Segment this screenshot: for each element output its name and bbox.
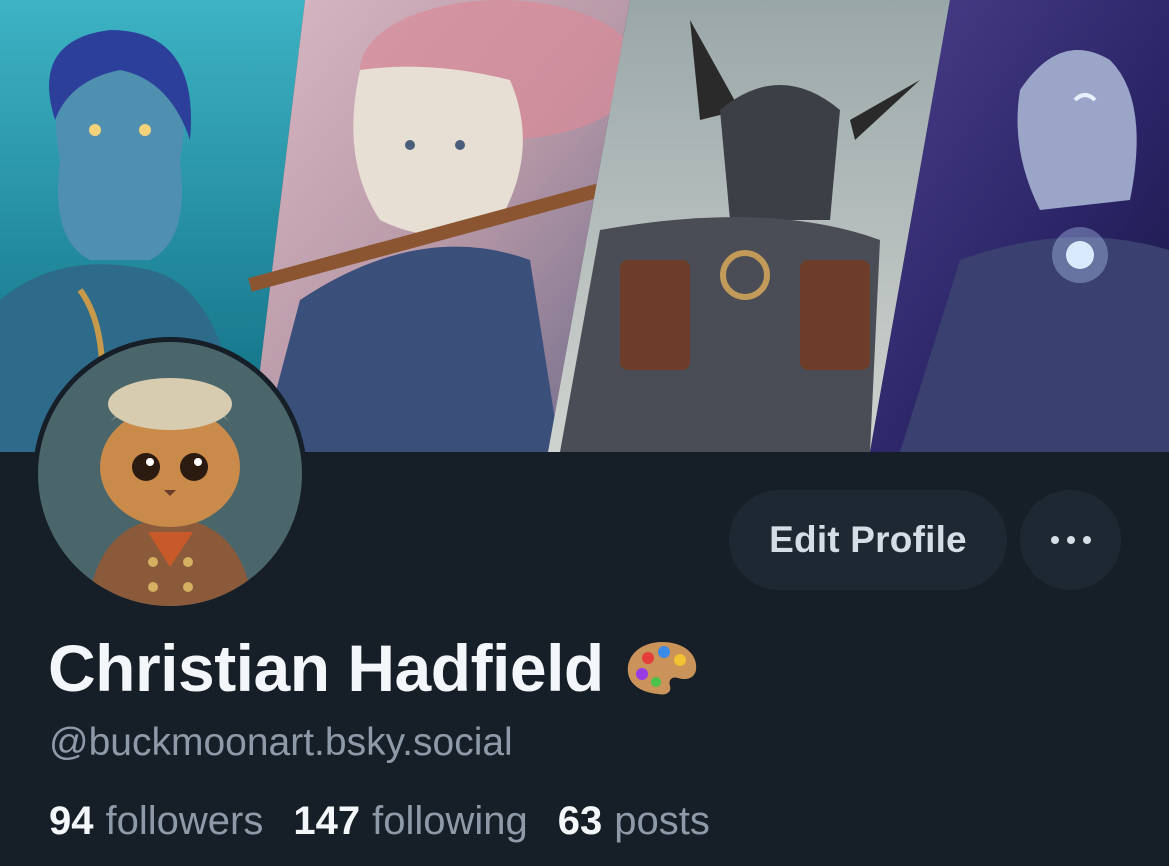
stat-value: 63 xyxy=(557,799,603,843)
palette-icon xyxy=(627,642,696,695)
stat-value: 94 xyxy=(49,799,94,843)
stat-label: followers xyxy=(105,799,264,843)
more-dot xyxy=(1082,536,1091,544)
followers-stat[interactable]: 94 followers xyxy=(49,795,263,847)
display-name: Christian Hadfield xyxy=(48,631,604,705)
profile-avatar[interactable] xyxy=(33,337,307,611)
stat-label: posts xyxy=(614,799,710,843)
more-options-button[interactable] xyxy=(1020,490,1121,590)
display-name-row: Christian Hadfield xyxy=(48,628,700,708)
more-dot xyxy=(1066,536,1075,544)
stat-label: following xyxy=(372,799,528,843)
profile-stats: 94 followers 147 following 63 posts xyxy=(49,795,710,847)
edit-profile-button[interactable]: Edit Profile xyxy=(729,490,1007,590)
profile-page: Edit Profile Christian Hadfield @buckmoo… xyxy=(0,0,1169,866)
more-horizontal-icon xyxy=(1050,536,1059,544)
profile-handle: @buckmoonart.bsky.social xyxy=(49,721,513,764)
posts-stat: 63 posts xyxy=(558,795,710,847)
stat-value: 147 xyxy=(293,799,361,843)
following-stat[interactable]: 147 following xyxy=(293,795,527,847)
